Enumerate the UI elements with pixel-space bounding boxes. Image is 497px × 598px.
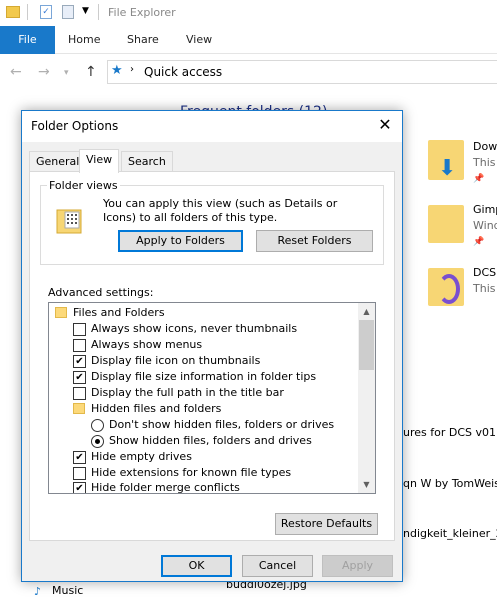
checkbox[interactable] <box>73 323 86 336</box>
folder-views-label: Folder views <box>47 179 120 192</box>
folder-icon <box>73 403 85 414</box>
radio-button[interactable] <box>91 419 104 432</box>
new-folder-icon[interactable] <box>62 5 74 19</box>
reset-folders-button[interactable]: Reset Folders <box>256 230 373 252</box>
divider <box>27 4 28 20</box>
checkbox-checked[interactable]: ✔ <box>73 355 86 368</box>
folder-view-icon <box>56 206 82 234</box>
address-text: Quick access <box>144 65 223 79</box>
folder-icon <box>428 205 464 243</box>
dialog-title: Folder Options <box>31 119 119 133</box>
checkbox[interactable] <box>73 339 86 352</box>
pin-icon: 📌 <box>473 237 485 247</box>
checkbox[interactable] <box>73 387 86 400</box>
recent-locations-icon[interactable]: ▾ <box>64 68 69 78</box>
tab-view[interactable]: View <box>79 149 120 173</box>
recent-file-name[interactable]: qn W by TomWeis <box>403 477 497 490</box>
radio-button-selected[interactable] <box>91 435 104 448</box>
item-location: This <box>473 156 496 169</box>
properties-icon[interactable]: ✓ <box>40 5 52 19</box>
apply-button[interactable]: Apply <box>322 555 393 577</box>
scroll-up-arrow-icon[interactable]: ▲ <box>358 303 375 320</box>
advanced-settings-list[interactable]: Files and Folders Always show icons, nev… <box>48 302 376 494</box>
ribbon-tab-file[interactable]: File <box>0 26 55 54</box>
folder-views-group: Folder views You can apply this view (su… <box>40 179 384 265</box>
up-arrow-icon[interactable]: ↑ <box>85 64 97 80</box>
checkbox[interactable] <box>73 467 86 480</box>
advanced-settings-label: Advanced settings: <box>48 286 154 299</box>
ribbon-tab-home[interactable]: Home <box>68 26 100 54</box>
scroll-down-arrow-icon[interactable]: ▼ <box>358 476 375 493</box>
recent-file-name[interactable]: ndigkeit_kleiner_2 <box>403 527 497 540</box>
checkbox-checked[interactable]: ✔ <box>73 482 86 493</box>
view-tab-panel: Folder views You can apply this view (su… <box>29 171 395 541</box>
quick-access-star-icon: ★ <box>111 63 123 78</box>
customize-toolbar-icon[interactable]: ▼ <box>82 6 89 16</box>
item-name: Gimp <box>473 203 497 216</box>
checkbox-checked[interactable]: ✔ <box>73 371 86 384</box>
folder-icon <box>55 307 67 318</box>
music-icon: ♪ <box>34 585 42 598</box>
item-location: This <box>473 282 496 295</box>
checkbox-checked[interactable]: ✔ <box>73 451 86 464</box>
recent-file-name[interactable]: ures for DCS v01 (8 <box>403 426 497 439</box>
item-location: Wind <box>473 219 497 232</box>
quick-access-item-gimp[interactable]: Gimp Wind 📌 <box>428 203 497 263</box>
breadcrumb-chevron-icon: › <box>130 64 134 75</box>
apply-to-folders-button[interactable]: Apply to Folders <box>118 230 243 252</box>
restore-defaults-button[interactable]: Restore Defaults <box>275 513 378 535</box>
download-arrow-icon: ⬇ <box>438 156 457 181</box>
address-field[interactable]: ★ › Quick access <box>107 60 497 84</box>
ribbon-tab-view[interactable]: View <box>186 26 212 54</box>
quick-access-item-dcs[interactable]: DCS This <box>428 266 497 326</box>
ok-button[interactable]: OK <box>161 555 232 577</box>
dialog-title-bar: Folder Options ✕ <box>22 111 402 142</box>
folder-views-description: You can apply this view (such as Details… <box>103 197 338 224</box>
dcs-logo-icon <box>438 274 460 304</box>
explorer-title-bar: ✓ ▼ File Explorer <box>0 0 497 26</box>
cancel-button[interactable]: Cancel <box>242 555 313 577</box>
close-icon[interactable]: ✕ <box>374 116 396 136</box>
item-name: Dow <box>473 140 497 153</box>
tab-search[interactable]: Search <box>121 151 173 171</box>
back-arrow-icon[interactable]: ← <box>10 64 22 80</box>
window-title: File Explorer <box>108 6 176 19</box>
item-name: DCS <box>473 266 497 279</box>
folder-options-dialog: Folder Options ✕ General View Search Fol… <box>21 110 403 582</box>
forward-arrow-icon[interactable]: → <box>38 64 50 80</box>
tab-general[interactable]: General <box>29 151 87 171</box>
folder-icon <box>6 6 20 18</box>
quick-access-item-downloads[interactable]: ⬇ Dow This 📌 <box>428 140 497 200</box>
pin-icon: 📌 <box>473 174 485 184</box>
ribbon-tab-bar: File Home Share View <box>0 26 497 54</box>
nav-item-music[interactable]: Music <box>52 584 83 597</box>
ribbon-tab-share[interactable]: Share <box>127 26 159 54</box>
vertical-scrollbar[interactable]: ▲ ▼ <box>358 303 375 493</box>
divider <box>98 4 99 20</box>
scrollbar-thumb[interactable] <box>359 320 374 370</box>
